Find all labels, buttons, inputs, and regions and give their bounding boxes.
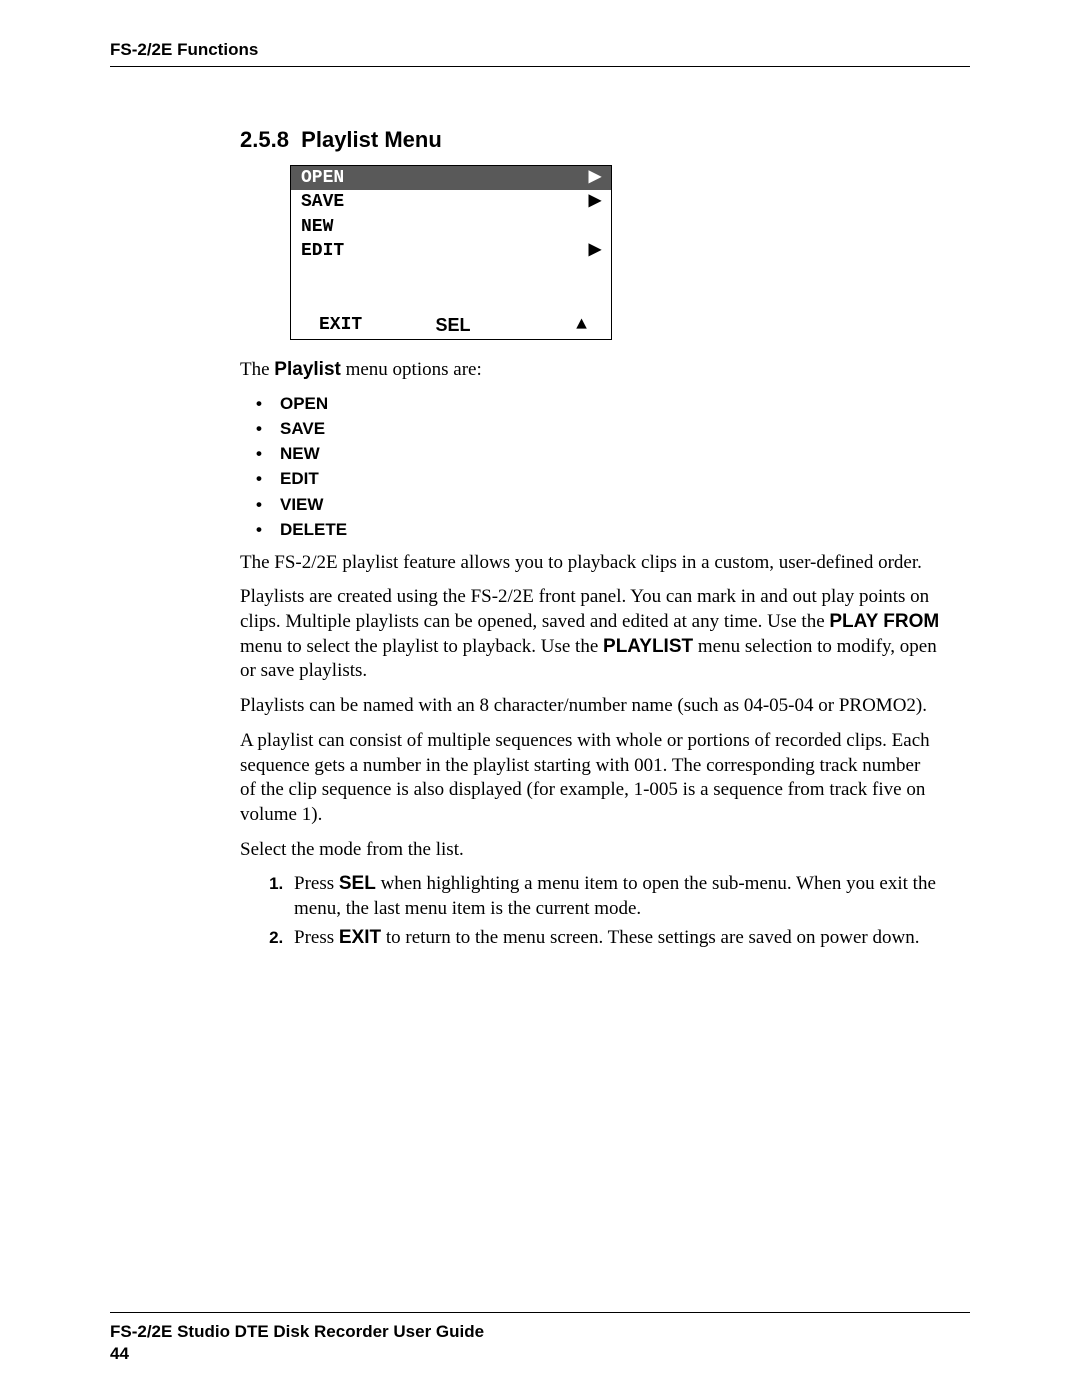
submenu-arrow-icon: ▶ bbox=[589, 166, 601, 190]
menu-item-save[interactable]: SAVE ▶ bbox=[291, 190, 611, 214]
step-list: Press SEL when highlighting a menu item … bbox=[240, 872, 940, 950]
bold-term: PLAY FROM bbox=[829, 611, 939, 632]
running-header: FS-2/2E Functions bbox=[110, 40, 970, 60]
footer-text: FS-2/2E Studio DTE Disk Recorder User Gu… bbox=[110, 1321, 970, 1365]
footer: FS-2/2E Studio DTE Disk Recorder User Gu… bbox=[90, 1312, 990, 1365]
menu-footer: EXIT SEL ▲ bbox=[291, 313, 611, 339]
bold-term: EXIT bbox=[339, 927, 381, 948]
content-area: 2.5.8 Playlist Menu OPEN ▶ SAVE ▶ NEW ED… bbox=[240, 127, 940, 950]
menu-item-edit[interactable]: EDIT ▶ bbox=[291, 239, 611, 263]
menu-item-label: OPEN bbox=[301, 166, 344, 190]
footer-title: FS-2/2E Studio DTE Disk Recorder User Gu… bbox=[110, 1321, 970, 1343]
option-list: OPEN SAVE NEW EDIT VIEW DELETE bbox=[240, 393, 940, 541]
submenu-arrow-icon: ▶ bbox=[589, 239, 601, 263]
menu-item-open[interactable]: OPEN ▶ bbox=[291, 166, 611, 190]
menu-item-new[interactable]: NEW bbox=[291, 215, 611, 239]
header-rule bbox=[110, 66, 970, 67]
softkey-exit[interactable]: EXIT bbox=[301, 313, 408, 337]
list-item: EDIT bbox=[280, 468, 940, 490]
paragraph: The FS-2/2E playlist feature allows you … bbox=[240, 551, 940, 576]
menu-item-label: EDIT bbox=[301, 239, 344, 263]
paragraph: Playlists are created using the FS-2/2E … bbox=[240, 585, 940, 684]
section-number: 2.5.8 bbox=[240, 127, 289, 152]
list-item: DELETE bbox=[280, 519, 940, 541]
bold-term: SEL bbox=[339, 873, 376, 894]
section-title: Playlist Menu bbox=[301, 127, 442, 152]
list-item: SAVE bbox=[280, 418, 940, 440]
page: FS-2/2E Functions 2.5.8 Playlist Menu OP… bbox=[0, 0, 1080, 1397]
lcd-menu: OPEN ▶ SAVE ▶ NEW EDIT ▶ EXIT SEL ▲ bbox=[290, 165, 612, 340]
body-text: The Playlist menu options are: OPEN SAVE… bbox=[240, 358, 940, 950]
step-item: Press SEL when highlighting a menu item … bbox=[288, 872, 940, 921]
paragraph: Select the mode from the list. bbox=[240, 838, 940, 863]
list-item: VIEW bbox=[280, 494, 940, 516]
intro-line: The Playlist menu options are: bbox=[240, 358, 940, 383]
list-item: NEW bbox=[280, 443, 940, 465]
bold-term: Playlist bbox=[274, 359, 341, 380]
paragraph: A playlist can consist of multiple seque… bbox=[240, 729, 940, 828]
page-number: 44 bbox=[110, 1343, 970, 1365]
footer-rule bbox=[110, 1312, 970, 1313]
menu-item-label: SAVE bbox=[301, 190, 344, 214]
paragraph: Playlists can be named with an 8 charact… bbox=[240, 694, 940, 719]
step-item: Press EXIT to return to the menu screen.… bbox=[288, 926, 940, 951]
softkey-sel[interactable]: SEL bbox=[408, 313, 497, 337]
list-item: OPEN bbox=[280, 393, 940, 415]
submenu-arrow-icon: ▶ bbox=[589, 190, 601, 214]
section-heading: 2.5.8 Playlist Menu bbox=[240, 127, 940, 153]
bold-term: PLAYLIST bbox=[603, 636, 693, 657]
softkey-up-icon[interactable]: ▲ bbox=[498, 313, 601, 337]
menu-item-label: NEW bbox=[301, 215, 333, 239]
menu-spacer bbox=[291, 263, 611, 313]
